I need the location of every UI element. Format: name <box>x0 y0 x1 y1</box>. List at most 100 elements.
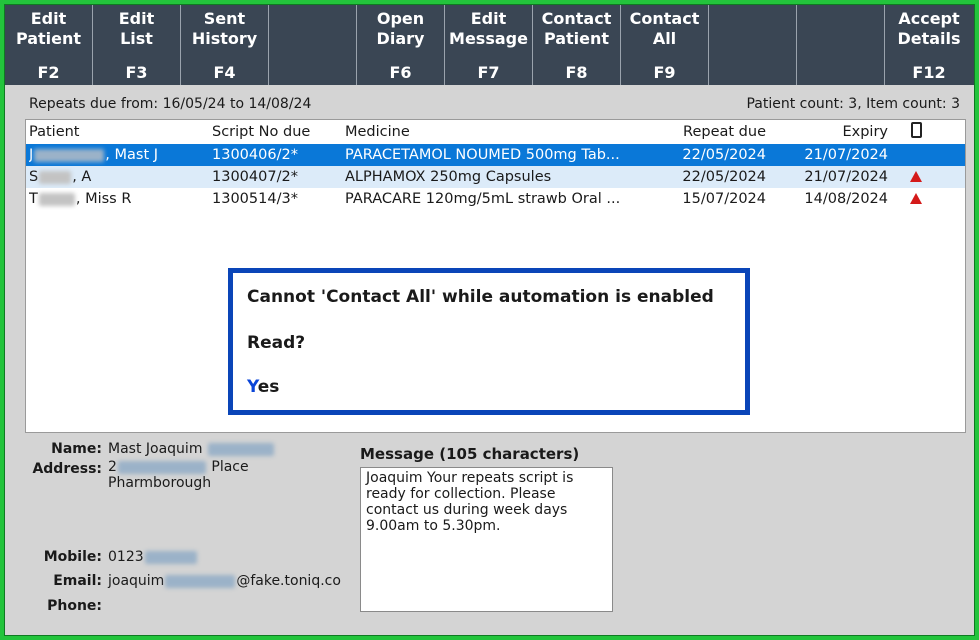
yes-label-rest: es <box>257 377 280 397</box>
repeat-due-cell: 22/05/2024 <box>682 169 766 185</box>
address-number: 2 <box>108 459 117 475</box>
edit-message-button-key: F7 <box>477 63 500 82</box>
redacted-name <box>34 148 105 162</box>
edit-patient-button[interactable]: Edit Patient F2 <box>5 5 93 85</box>
repeat-due-cell: 22/05/2024 <box>682 147 766 163</box>
patient-item-count: Patient count: 3, Item count: 3 <box>746 96 960 112</box>
redacted-surname <box>207 442 274 456</box>
script-cell: 1300514/3* <box>212 191 298 207</box>
to-date: 14/08/24 <box>248 96 312 112</box>
blank-key-2 <box>709 5 797 85</box>
blank-key-3 <box>797 5 885 85</box>
script-cell: 1300406/2* <box>212 147 298 163</box>
email-value: joaquim @fake.toniq.co <box>108 573 341 589</box>
open-diary-button[interactable]: Open Diary F6 <box>357 5 445 85</box>
patient-initial: T <box>29 191 38 207</box>
edit-list-button[interactable]: Edit List F3 <box>93 5 181 85</box>
accept-details-button[interactable]: Accept Details F12 <box>885 5 973 85</box>
patient-name-rest: , Miss R <box>75 191 132 207</box>
dialog-question: Read? <box>247 333 306 353</box>
medicine-cell: PARACARE 120mg/5mL strawb Oral ... <box>345 191 621 207</box>
open-diary-button-key: F6 <box>389 63 412 82</box>
main-window: Edit Patient F2 Edit List F3 Sent History F4 O… <box>4 4 975 636</box>
edit-list-button-label: Edit List <box>118 9 155 48</box>
name-value: Mast Joaquim <box>108 441 275 457</box>
contact-all-button-label: Contact All <box>629 9 700 48</box>
expiry-cell: 14/08/2024 <box>804 191 888 207</box>
table-row[interactable]: T , Miss R 1300514/3* PARACARE 120mg/5mL st… <box>26 188 965 210</box>
email-label: Email: <box>53 573 102 589</box>
address-label: Address: <box>32 461 102 477</box>
contact-all-button-key: F9 <box>653 63 676 82</box>
redacted-email <box>165 574 236 588</box>
address-value: 2 Place Pharmborough <box>108 459 249 491</box>
from-date: 16/05/24 <box>162 96 226 112</box>
mobile-phone-icon <box>904 120 928 144</box>
expiry-cell: 21/07/2024 <box>804 147 888 163</box>
sent-history-button-label: Sent History <box>191 9 258 48</box>
warning-icon <box>904 166 928 188</box>
edit-patient-button-label: Edit Patient <box>15 9 82 48</box>
header-repeat-due[interactable]: Repeat due <box>656 120 766 144</box>
warning-icon <box>904 188 928 210</box>
blank-key-1 <box>269 5 357 85</box>
expiry-cell: 21/07/2024 <box>804 169 888 185</box>
table-header: Patient Script No due Medicine Repeat du… <box>26 120 965 144</box>
contact-patient-button-key: F8 <box>565 63 588 82</box>
redacted-name <box>38 192 75 206</box>
header-expiry[interactable]: Expiry <box>778 120 888 144</box>
contact-patient-button-label: Contact Patient <box>541 9 612 48</box>
patient-name-rest: , Mast J <box>105 147 159 163</box>
address-town: Pharmborough <box>108 475 212 491</box>
table-row[interactable]: S , A 1300407/2* ALPHAMOX 250mg Capsules 22/… <box>26 166 965 188</box>
name-label: Name: <box>51 441 102 457</box>
accept-details-button-key: F12 <box>912 63 946 82</box>
script-cell: 1300407/2* <box>212 169 298 185</box>
name-text: Mast Joaquim <box>108 441 203 457</box>
open-diary-button-label: Open Diary <box>376 9 425 48</box>
header-script-no-due[interactable]: Script No due <box>212 120 332 144</box>
repeat-due-cell: 15/07/2024 <box>682 191 766 207</box>
header-patient[interactable]: Patient <box>29 120 204 144</box>
contact-all-button[interactable]: Contact All F9 <box>621 5 709 85</box>
medicine-cell: PARACETAMOL NOUMED 500mg Tab... <box>345 147 620 163</box>
header-medicine[interactable]: Medicine <box>345 120 650 144</box>
patient-initial: S <box>29 169 39 185</box>
edit-patient-button-key: F2 <box>37 63 60 82</box>
mobile-label: Mobile: <box>43 549 102 565</box>
address-street-type: Place <box>211 459 249 475</box>
function-key-toolbar: Edit Patient F2 Edit List F3 Sent History F4 O… <box>5 5 974 85</box>
repeats-date-range: Repeats due from: 16/05/24 to 14/08/24 <box>29 96 311 112</box>
edit-list-button-key: F3 <box>125 63 148 82</box>
table-body: J , Mast J 1300406/2* PARACETAMOL NOUMED 50… <box>26 144 965 210</box>
phone-label: Phone: <box>47 598 102 614</box>
message-textbox[interactable]: Joaquim Your repeats script is ready for… <box>360 467 613 612</box>
email-domain: @fake.toniq.co <box>236 573 341 589</box>
patient-cell: J , Mast J <box>29 144 204 166</box>
yes-button[interactable]: Yes <box>247 377 279 397</box>
email-user-prefix: joaquim <box>108 573 165 589</box>
table-row[interactable]: J , Mast J 1300406/2* PARACETAMOL NOUMED 50… <box>26 144 965 166</box>
patient-initial: J <box>29 147 34 163</box>
yes-hotkey: Y <box>247 377 258 397</box>
medicine-cell: ALPHAMOX 250mg Capsules <box>345 169 552 185</box>
dialog-message: Cannot 'Contact All' while automation is… <box>247 287 714 307</box>
edit-message-button[interactable]: Edit Message F7 <box>445 5 533 85</box>
edit-message-button-label: Edit Message <box>449 9 528 48</box>
patient-cell: T , Miss R <box>29 188 204 210</box>
sent-history-button-key: F4 <box>213 63 236 82</box>
to-word: to <box>229 96 245 112</box>
redacted-name <box>39 170 72 184</box>
automation-warning-dialog: Cannot 'Contact All' while automation is… <box>228 268 750 415</box>
redacted-mobile <box>144 550 197 564</box>
contact-patient-button[interactable]: Contact Patient F8 <box>533 5 621 85</box>
message-title: Message (105 characters) <box>360 445 580 463</box>
sent-history-button[interactable]: Sent History F4 <box>181 5 269 85</box>
patient-name-rest: , A <box>72 169 92 185</box>
mobile-value: 0123 <box>108 549 198 565</box>
redacted-street <box>117 460 206 474</box>
mobile-number-prefix: 0123 <box>108 549 144 565</box>
patient-cell: S , A <box>29 166 204 188</box>
accept-details-button-label: Accept Details <box>897 9 961 48</box>
repeats-label: Repeats due from: <box>29 96 159 112</box>
